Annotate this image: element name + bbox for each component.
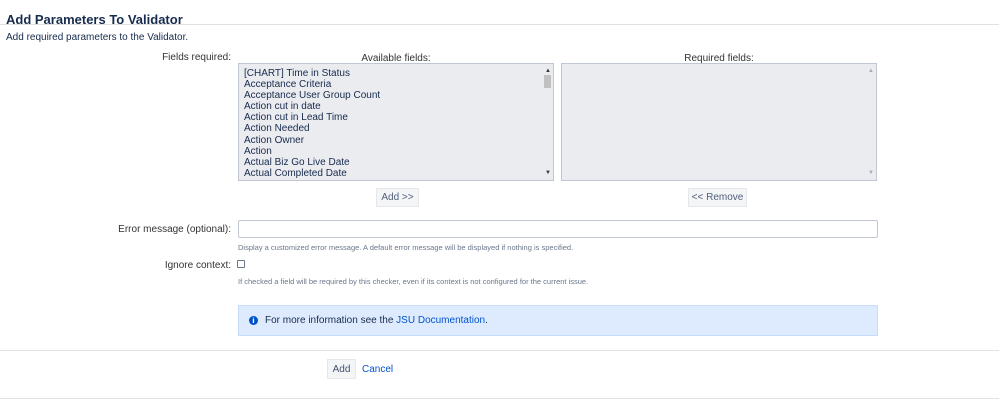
ignore-context-hint: If checked a field will be required by t…	[238, 277, 589, 286]
error-message-hint: Display a customized error message. A de…	[238, 243, 574, 252]
add-button[interactable]: Add	[327, 359, 356, 379]
info-suffix: .	[485, 315, 488, 326]
required-fields-scrollbar[interactable]: ▲ ▼	[866, 65, 875, 179]
bottom-divider	[0, 398, 999, 399]
available-fields-scrollbar[interactable]: ▲ ▼	[543, 65, 552, 179]
fields-required-label: Fields required:	[162, 52, 231, 63]
available-field-option[interactable]: Action cut in date	[244, 101, 380, 112]
available-field-option[interactable]: Acceptance User Group Count	[244, 90, 380, 101]
info-icon: i	[249, 316, 258, 325]
available-field-option[interactable]: Acceptance Criteria	[244, 79, 380, 90]
divider	[0, 24, 999, 25]
scroll-down-icon[interactable]: ▼	[868, 170, 874, 176]
available-field-option[interactable]: [CHART] Time in Status	[244, 68, 380, 79]
available-field-option[interactable]: Actual Completed Date	[244, 168, 380, 179]
available-fields-items: [CHART] Time in Status Acceptance Criteri…	[244, 68, 380, 179]
info-panel: i For more information see the JSU Docum…	[238, 305, 878, 336]
jsu-documentation-link[interactable]: JSU Documentation	[396, 315, 485, 326]
ignore-context-checkbox[interactable]	[237, 260, 245, 268]
info-text: For more information see the JSU Documen…	[265, 315, 488, 326]
page-description: Add required parameters to the Validator…	[6, 32, 189, 43]
ignore-context-label: Ignore context:	[164, 260, 231, 271]
info-prefix: For more information see the	[265, 315, 394, 326]
error-message-label: Error message (optional):	[118, 224, 231, 235]
available-field-option[interactable]: Action cut in Lead Time	[244, 112, 380, 123]
add-field-button[interactable]: Add >>	[376, 188, 419, 207]
available-fields-list[interactable]: [CHART] Time in Status Acceptance Criteri…	[238, 63, 554, 181]
error-message-input[interactable]	[238, 220, 878, 238]
available-field-option[interactable]: Action Needed	[244, 123, 380, 134]
required-fields-list[interactable]: ▲ ▼	[561, 63, 877, 181]
scroll-up-icon[interactable]: ▲	[868, 68, 874, 74]
remove-field-button[interactable]: << Remove	[688, 188, 747, 207]
scroll-thumb[interactable]	[544, 75, 551, 88]
available-field-option[interactable]: Action	[244, 146, 380, 157]
available-field-option[interactable]: Actual Biz Go Live Date	[244, 157, 380, 168]
cancel-link[interactable]: Cancel	[362, 364, 393, 375]
available-field-option[interactable]: Action Owner	[244, 135, 380, 146]
footer-divider	[0, 350, 999, 351]
scroll-up-icon[interactable]: ▲	[545, 68, 551, 74]
scroll-down-icon[interactable]: ▼	[545, 170, 551, 176]
